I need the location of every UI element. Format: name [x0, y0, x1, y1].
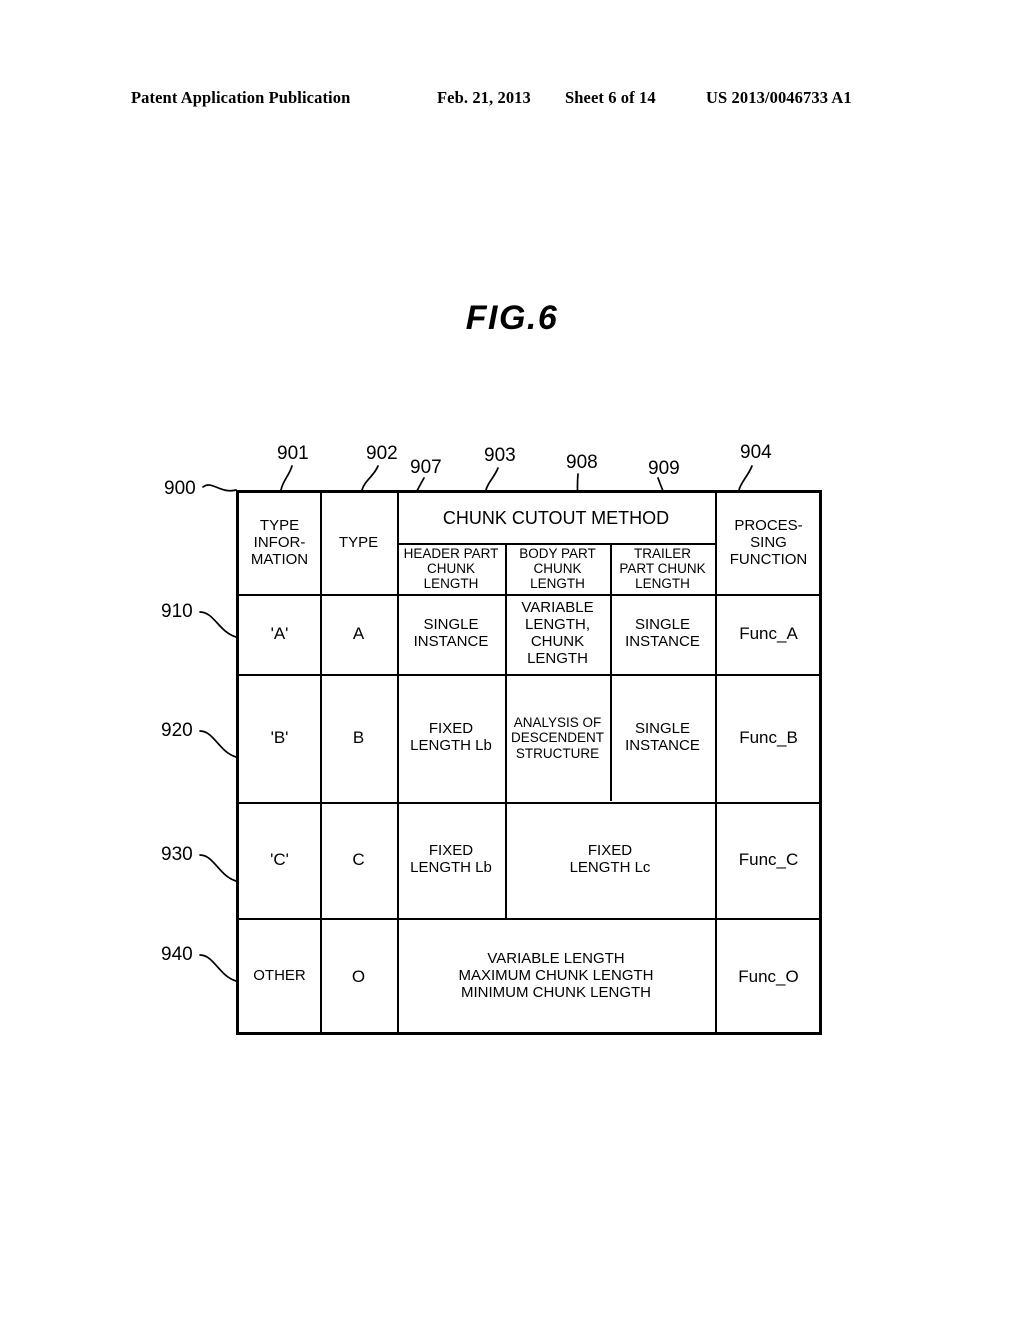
- row-other-type: O: [351, 966, 366, 986]
- row-a-body-part: VARIABLE LENGTH, CHUNK LENGTH: [521, 599, 594, 667]
- header-trailer-part-chunk-length: TRAILER PART CHUNK LENGTH: [619, 545, 706, 592]
- ref-940: 940: [161, 944, 193, 965]
- row-c-body-trailer-merged: FIXED LENGTH Lc: [569, 842, 651, 876]
- ref-909: 909: [648, 458, 680, 479]
- row-a-header-part: SINGLE INSTANCE: [413, 616, 489, 650]
- header-processing-function: PROCES- SING FUNCTION: [729, 517, 808, 568]
- row-c-type-information: 'C': [270, 850, 289, 870]
- row-a-processing-function: Func_A: [739, 624, 798, 644]
- figure-6: 900 901 902 907 903 908 909 904 910 920 …: [0, 0, 1024, 1320]
- row-c-type: C: [352, 850, 365, 870]
- row-other-chunk-merged: VARIABLE LENGTH MAXIMUM CHUNK LENGTH MINIM…: [458, 950, 654, 1001]
- row-b-type: B: [352, 728, 365, 748]
- header-chunk-cutout-method: CHUNK CUTOUT METHOD: [442, 507, 670, 528]
- ref-900: 900: [164, 478, 196, 499]
- header-header-part-chunk-length: HEADER PART CHUNK LENGTH: [403, 545, 499, 592]
- row-a-type: A: [352, 624, 365, 644]
- row-other-processing-function: Func_O: [738, 966, 799, 986]
- ref-907: 907: [410, 457, 442, 478]
- row-b-type-information: 'B': [270, 728, 289, 748]
- type-definition-table: TYPE INFOR- MATION TYPE CHUNK CUTOUT METHO…: [236, 490, 822, 1035]
- ref-920: 920: [161, 720, 193, 741]
- row-a-type-information: 'A': [270, 624, 289, 644]
- header-type: TYPE: [338, 534, 379, 552]
- ref-930: 930: [161, 844, 193, 865]
- ref-903: 903: [484, 445, 516, 466]
- header-type-information: TYPE INFOR- MATION: [250, 517, 309, 568]
- ref-904: 904: [740, 442, 772, 463]
- row-other-type-information: OTHER: [253, 967, 306, 985]
- ref-910: 910: [161, 601, 193, 622]
- row-b-header-part: FIXED LENGTH Lb: [410, 720, 492, 754]
- row-b-processing-function: Func_B: [739, 728, 798, 748]
- header-body-part-chunk-length: BODY PART CHUNK LENGTH: [519, 545, 596, 592]
- row-c-header-part: FIXED LENGTH Lb: [410, 842, 492, 876]
- row-a-trailer-part: SINGLE INSTANCE: [625, 616, 700, 650]
- row-b-body-part: ANALYSIS OF DESCENDENT STRUCTURE: [510, 715, 604, 761]
- ref-902: 902: [366, 443, 398, 464]
- row-c-processing-function: Func_C: [738, 850, 799, 870]
- row-b-trailer-part: SINGLE INSTANCE: [625, 720, 700, 754]
- ref-908: 908: [566, 452, 598, 473]
- ref-901: 901: [277, 443, 309, 464]
